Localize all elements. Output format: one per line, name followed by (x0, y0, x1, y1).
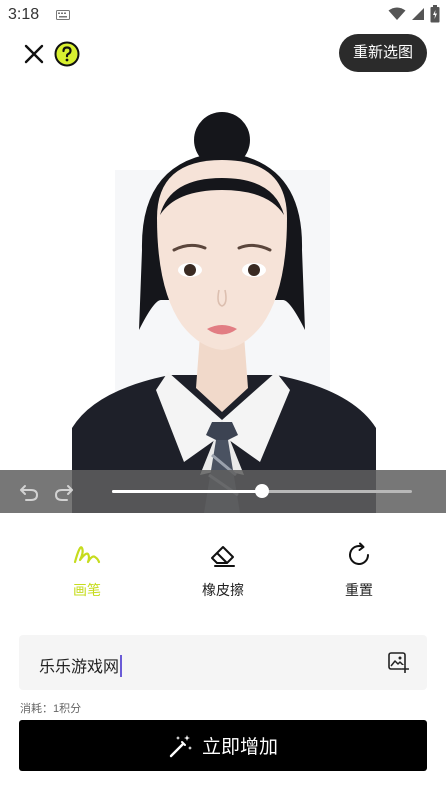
slider-thumb[interactable] (255, 484, 269, 498)
tool-reset[interactable]: 重置 (314, 540, 404, 600)
wifi-icon (388, 7, 406, 20)
magic-wand-icon (169, 734, 192, 757)
tool-eraser[interactable]: 橡皮擦 (178, 540, 268, 600)
tool-label: 画笔 (73, 582, 101, 598)
edit-toolbar (0, 470, 446, 513)
help-icon[interactable] (54, 41, 80, 67)
status-time: 3:18 (8, 6, 40, 23)
redo-icon[interactable] (53, 481, 75, 503)
cost-text: 消耗：1积分 (20, 703, 82, 715)
prompt-text[interactable]: 乐乐游戏网 (39, 653, 123, 677)
tool-selector: 画笔 橡皮擦 重置 (0, 540, 446, 610)
tool-label: 橡皮擦 (202, 582, 244, 598)
signal-icon (412, 8, 424, 20)
undo-icon[interactable] (18, 481, 40, 503)
add-image-icon[interactable] (387, 651, 409, 673)
eraser-icon (211, 546, 235, 567)
slider-fill (112, 490, 262, 493)
brush-icon (73, 546, 101, 564)
tool-brush[interactable]: 画笔 (42, 540, 132, 600)
status-icons (388, 5, 440, 23)
reselect-image-button[interactable]: 重新选图 (338, 34, 427, 72)
reset-icon (349, 542, 369, 565)
battery-icon (430, 5, 440, 23)
keyboard-icon (56, 10, 70, 20)
prompt-input[interactable]: 乐乐游戏网 (19, 635, 427, 690)
close-icon[interactable] (22, 42, 46, 66)
photo-canvas[interactable] (0, 90, 446, 513)
apply-now-content: 立即增加 (19, 720, 427, 771)
apply-now-button[interactable]: 立即增加 (19, 720, 427, 771)
status-bar: 3:18 (0, 0, 446, 30)
prompt-value: 乐乐游戏网 (39, 659, 120, 676)
apply-now-label: 立即增加 (201, 737, 278, 758)
tool-label: 重置 (345, 582, 373, 598)
portrait-photo (72, 112, 376, 513)
brush-size-slider[interactable] (112, 484, 412, 498)
text-caret (120, 655, 123, 677)
top-bar: 重新选图 (0, 34, 446, 74)
